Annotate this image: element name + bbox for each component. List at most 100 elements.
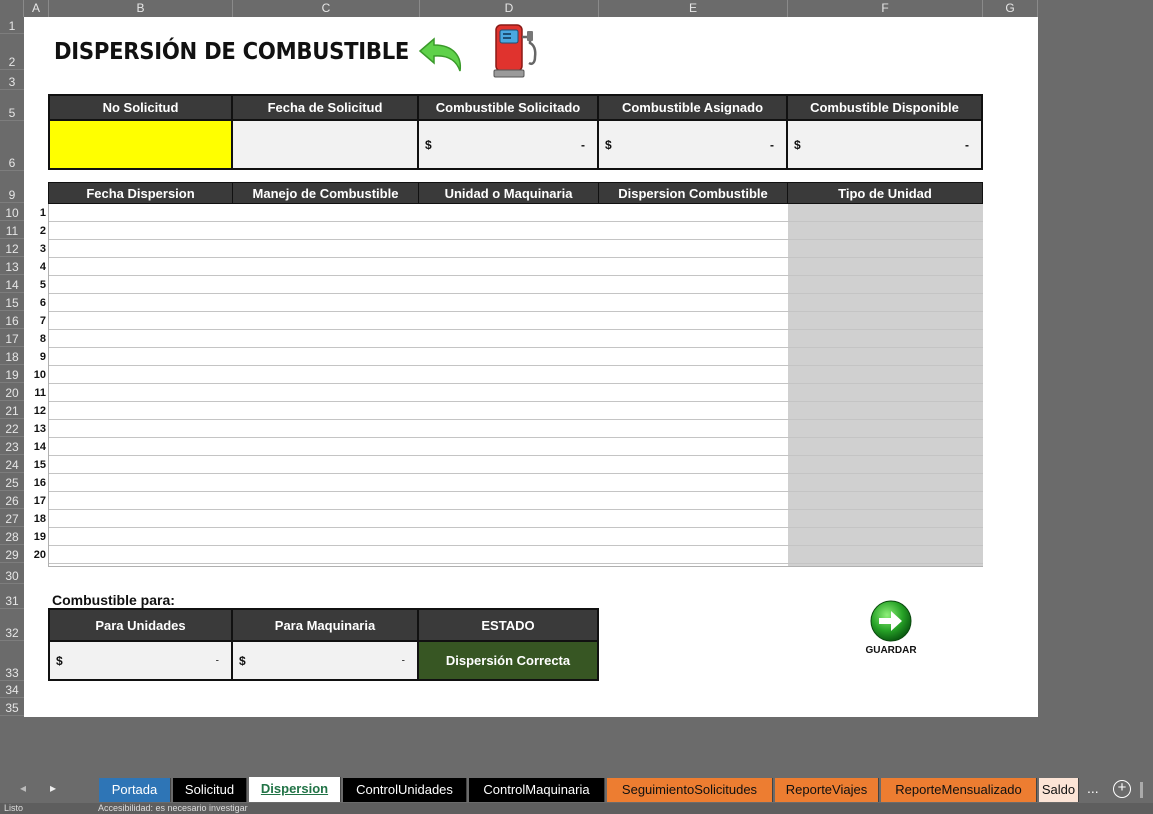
row-header[interactable]: 34 <box>0 681 24 698</box>
combustible-asignado-value[interactable]: $ - <box>597 119 788 170</box>
table-row[interactable] <box>49 312 983 330</box>
fecha-solicitud-field[interactable] <box>231 119 419 170</box>
row-header[interactable]: 33 <box>0 641 24 681</box>
row-number: 7 <box>39 315 46 327</box>
row-header[interactable]: 21 <box>0 401 24 419</box>
table-row[interactable] <box>49 384 983 402</box>
back-arrow-icon[interactable] <box>418 33 468 77</box>
scroll-left-icon[interactable]: ◂ <box>20 781 26 795</box>
row-header[interactable]: 25 <box>0 473 24 491</box>
tab-saldo[interactable]: Saldo <box>1039 778 1079 802</box>
row-header[interactable]: 24 <box>0 455 24 473</box>
table-row[interactable] <box>49 240 983 258</box>
row-header[interactable]: 12 <box>0 239 24 257</box>
select-all-corner[interactable] <box>0 0 24 17</box>
row-header[interactable]: 31 <box>0 584 24 609</box>
row-header[interactable]: 14 <box>0 275 24 293</box>
row-header[interactable]: 15 <box>0 293 24 311</box>
row-number: 5 <box>39 279 46 291</box>
amount-value: - <box>965 137 969 152</box>
table-row[interactable] <box>49 528 983 546</box>
table-row[interactable] <box>49 420 983 438</box>
table-row[interactable] <box>49 348 983 366</box>
status-bar: Listo Accesibilidad: es necesario invest… <box>0 803 1153 814</box>
table-row[interactable] <box>49 366 983 384</box>
add-sheet-icon[interactable]: + <box>1113 780 1131 798</box>
row-header[interactable]: 18 <box>0 347 24 365</box>
combustible-solicitado-value[interactable]: $ - <box>417 119 599 170</box>
row-header[interactable]: 1 <box>0 17 24 34</box>
row-header[interactable]: 10 <box>0 203 24 221</box>
row-header[interactable]: 20 <box>0 383 24 401</box>
table-row[interactable] <box>49 330 983 348</box>
tab-reporteviajes[interactable]: ReporteViajes <box>775 778 879 802</box>
header-estado: ESTADO <box>417 608 599 642</box>
scroll-right-icon[interactable]: ▸ <box>50 781 56 795</box>
column-header-e[interactable]: E <box>599 0 788 17</box>
more-tabs-button[interactable]: ... <box>1087 780 1099 796</box>
row-number: 6 <box>39 297 46 309</box>
table-row[interactable] <box>49 204 983 222</box>
tab-portada[interactable]: Portada <box>99 778 171 802</box>
row-header[interactable]: 3 <box>0 70 24 90</box>
row-header[interactable]: 19 <box>0 365 24 383</box>
table-row[interactable] <box>49 402 983 420</box>
row-header[interactable]: 5 <box>0 90 24 121</box>
header-para-maquinaria: Para Maquinaria <box>231 608 419 642</box>
row-header[interactable]: 9 <box>0 171 24 203</box>
column-header-d[interactable]: D <box>420 0 599 17</box>
row-header[interactable]: 11 <box>0 221 24 239</box>
row-header[interactable]: 2 <box>0 34 24 70</box>
column-header-a[interactable]: A <box>24 0 49 17</box>
table-row[interactable] <box>49 222 983 240</box>
tab-solicitud[interactable]: Solicitud <box>173 778 247 802</box>
header-fecha-dispersion: Fecha Dispersion <box>48 182 233 204</box>
table-row[interactable] <box>49 474 983 492</box>
combustible-disponible-value[interactable]: $ - <box>786 119 983 170</box>
row-header[interactable]: 23 <box>0 437 24 455</box>
row-header[interactable]: 17 <box>0 329 24 347</box>
header-combustible-asignado: Combustible Asignado <box>597 94 788 121</box>
column-header-f[interactable]: F <box>788 0 983 17</box>
table-row[interactable] <box>49 438 983 456</box>
row-header[interactable]: 6 <box>0 121 24 171</box>
table-row[interactable] <box>49 492 983 510</box>
tab-controlunidades[interactable]: ControlUnidades <box>343 778 467 802</box>
row-header[interactable]: 35 <box>0 698 24 716</box>
header-unidad-maquinaria: Unidad o Maquinaria <box>418 182 599 204</box>
para-maquinaria-value[interactable]: $ - <box>231 640 419 681</box>
estado-status-badge: Dispersión Correcta <box>417 640 599 681</box>
row-header[interactable]: 28 <box>0 527 24 545</box>
status-text[interactable]: Accesibilidad: es necesario investigar <box>98 803 248 814</box>
table-row[interactable] <box>49 510 983 528</box>
column-header-c[interactable]: C <box>233 0 420 17</box>
amount-value: - <box>581 137 585 152</box>
para-unidades-value[interactable]: $ - <box>48 640 233 681</box>
row-header[interactable]: 13 <box>0 257 24 275</box>
table-row[interactable] <box>49 456 983 474</box>
row-header[interactable]: 29 <box>0 545 24 563</box>
tab-scroll-handle[interactable] <box>1140 782 1143 798</box>
column-header-g[interactable]: G <box>983 0 1038 17</box>
guardar-button[interactable]: GUARDAR <box>860 597 922 659</box>
row-header[interactable]: 22 <box>0 419 24 437</box>
guardar-label: GUARDAR <box>865 645 917 656</box>
row-header[interactable]: 30 <box>0 563 24 584</box>
row-number: 14 <box>33 441 46 453</box>
row-header[interactable]: 26 <box>0 491 24 509</box>
tab-seguimientosolicitudes[interactable]: SeguimientoSolicitudes <box>607 778 773 802</box>
table-row[interactable] <box>49 546 983 564</box>
table-row[interactable] <box>49 258 983 276</box>
tab-dispersion[interactable]: Dispersion <box>249 777 341 802</box>
save-arrow-icon[interactable] <box>869 599 913 643</box>
row-header[interactable]: 27 <box>0 509 24 527</box>
table-row[interactable] <box>49 276 983 294</box>
row-header[interactable]: 32 <box>0 609 24 641</box>
tab-controlmaquinaria[interactable]: ControlMaquinaria <box>469 778 605 802</box>
no-solicitud-input[interactable] <box>48 119 233 170</box>
table-row[interactable] <box>49 294 983 312</box>
column-header-b[interactable]: B <box>49 0 233 17</box>
sheet-canvas[interactable]: DISPERSIÓN DE COMBUSTIBLE No Solicitud F… <box>24 17 1038 717</box>
row-header[interactable]: 16 <box>0 311 24 329</box>
tab-reportemensualizado[interactable]: ReporteMensualizado <box>881 778 1037 802</box>
